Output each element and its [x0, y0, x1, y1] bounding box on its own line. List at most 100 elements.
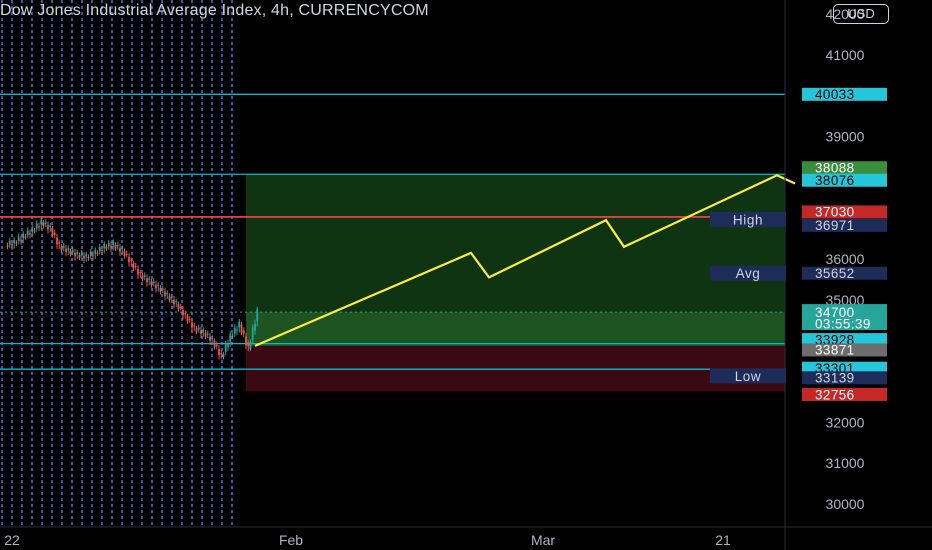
candle-body [38, 226, 40, 228]
candle-body [67, 247, 70, 250]
candle-body [62, 245, 65, 248]
candle-body [114, 244, 117, 249]
candle-body [222, 354, 225, 357]
candle-body [211, 337, 214, 339]
candle-body [17, 236, 20, 242]
candle-body [141, 275, 144, 280]
candle-body [249, 341, 252, 349]
candle-body [236, 329, 238, 331]
bar-countdown: 03:55:39 [815, 317, 871, 332]
candle-body [186, 316, 189, 322]
candle-body [128, 256, 130, 263]
candle-body [132, 263, 135, 269]
x-tick-label: Mar [531, 532, 555, 548]
candle-body [256, 309, 259, 322]
candle-body [229, 333, 232, 342]
candle-body [213, 340, 216, 347]
candle-body [94, 250, 97, 254]
candle-body [204, 332, 207, 337]
candle-body [179, 306, 182, 308]
candle-body [215, 344, 218, 346]
candle-body [56, 237, 58, 245]
candle-body [152, 281, 155, 283]
candle-body [98, 246, 101, 252]
candle-body [193, 325, 196, 327]
candle-body [80, 253, 83, 256]
candle-body [47, 225, 49, 230]
candle-body [96, 252, 99, 254]
candle-body [65, 248, 67, 253]
candle-body [101, 249, 103, 251]
candle-body [13, 239, 16, 244]
x-tick-label: 22 [4, 532, 20, 548]
candle-body [53, 232, 56, 235]
candle-body [220, 352, 223, 355]
y-tick-label: 30000 [826, 496, 865, 512]
candle-body [188, 319, 191, 321]
price-chart[interactable]: 22 Feb Mar 21 42000410003900036000350003200… [0, 0, 932, 550]
candle-body [58, 242, 61, 244]
candle-body [87, 256, 90, 259]
y-tick-label: 41000 [826, 47, 865, 63]
note-label-avg: Avg [736, 266, 761, 281]
candle-body [173, 299, 175, 305]
price-tag-low: 33139 [815, 371, 855, 386]
price-tag-level: 40033 [815, 87, 855, 102]
candle-body [130, 260, 133, 262]
candle-body [89, 252, 92, 256]
x-tick-label: Feb [279, 532, 303, 548]
candle-body [242, 330, 245, 334]
candle-body [85, 254, 88, 257]
candle-body [231, 335, 234, 337]
y-tick-label: 36000 [826, 251, 865, 267]
price-tag-stop: 32756 [815, 387, 855, 402]
candle-body [177, 303, 180, 310]
candle-body [200, 330, 202, 334]
candle-body [218, 348, 220, 356]
position-zones [246, 174, 785, 392]
candle-body [31, 227, 34, 232]
candle-body [22, 233, 25, 239]
candle-body [92, 254, 94, 257]
candle-body [150, 281, 153, 286]
candle-body [60, 246, 63, 251]
candle-body [251, 327, 254, 340]
y-tick-label: 32000 [826, 414, 865, 430]
candle-body [233, 327, 236, 334]
candle-body [184, 313, 187, 315]
candle-body [175, 301, 178, 303]
candle-body [51, 228, 54, 236]
candle-body [24, 236, 27, 238]
candle-body [44, 222, 47, 224]
candle-body [191, 322, 193, 328]
candle-body [227, 343, 229, 347]
candle-body [107, 242, 110, 247]
candle-body [29, 233, 31, 235]
candle-body [224, 343, 227, 352]
currency-selector[interactable]: USD [833, 4, 889, 24]
candle-body [26, 230, 29, 236]
candle-body [202, 329, 205, 332]
candle-body [240, 324, 243, 333]
candle-body [116, 244, 119, 247]
x-axis: 22 Feb Mar 21 [0, 526, 932, 548]
candle-body [8, 241, 11, 245]
y-tick-label: 31000 [826, 455, 865, 471]
candle-body [74, 252, 76, 257]
candle-body [11, 243, 13, 246]
candle-body [35, 223, 38, 229]
candle-body [157, 284, 160, 287]
candle-body [83, 255, 85, 259]
candle-body [146, 278, 148, 283]
candle-body [20, 239, 22, 241]
candle-body [247, 342, 250, 346]
candle-body [245, 336, 247, 345]
candle-body [121, 247, 124, 250]
candle-body [170, 296, 173, 298]
candle-body [139, 272, 142, 274]
open-profit-zone [246, 312, 785, 346]
candle-body [42, 222, 45, 227]
candle-body [71, 250, 74, 252]
y-tick-label: 39000 [826, 129, 865, 145]
x-tick-label: 21 [715, 532, 731, 548]
